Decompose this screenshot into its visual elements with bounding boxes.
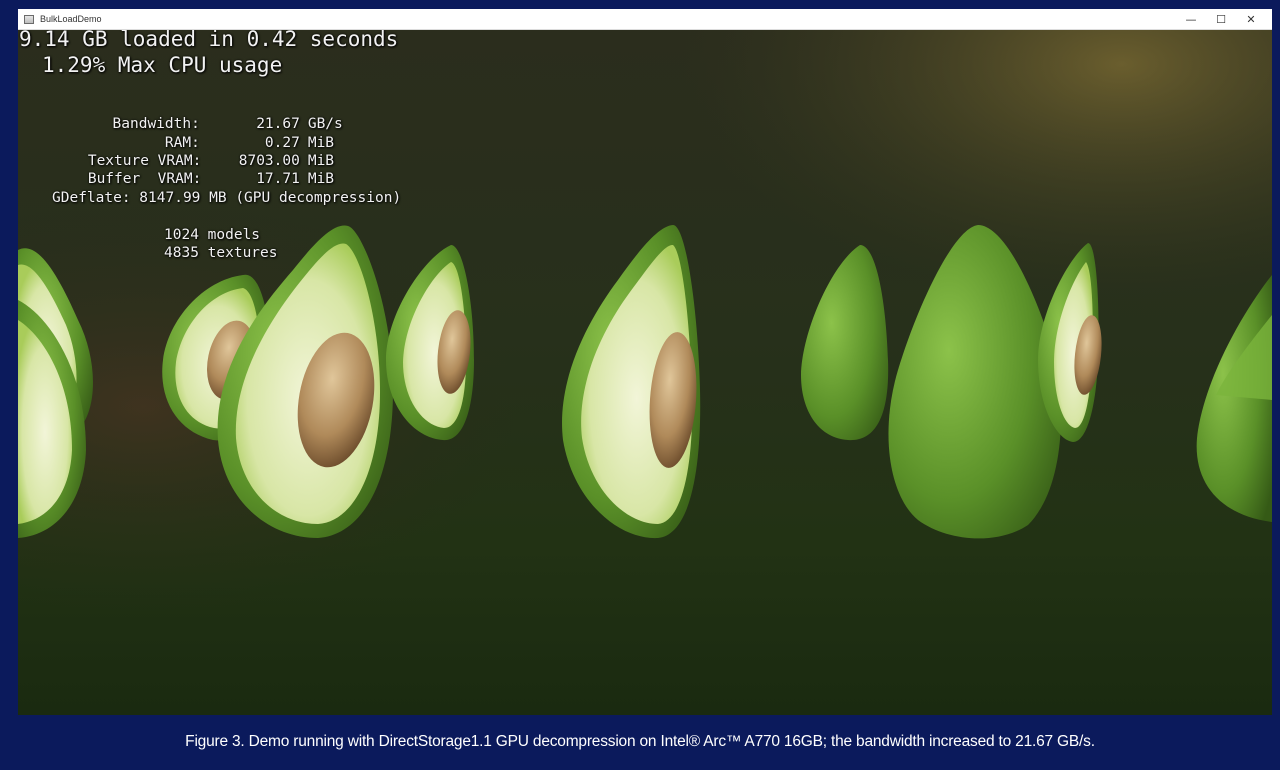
app-icon <box>24 14 34 24</box>
figure-caption: Figure 3. Demo running with DirectStorag… <box>185 733 1095 750</box>
stat-unit: MiB <box>307 171 335 187</box>
app-window: BulkLoadDemo — ☐ ✕ 9.14 GB loaded in 0.4… <box>18 9 1272 715</box>
load-summary: 9.14 GB loaded in 0.42 seconds <box>19 30 399 51</box>
maximize-button[interactable]: ☐ <box>1206 9 1236 29</box>
close-button[interactable]: ✕ <box>1236 9 1266 29</box>
render-viewport[interactable]: 9.14 GB loaded in 0.42 seconds 1.29% Max… <box>18 30 1272 715</box>
model-count: 1024 models <box>164 227 261 243</box>
title-bar[interactable]: BulkLoadDemo — ☐ ✕ <box>18 9 1272 30</box>
window-controls: — ☐ ✕ <box>1176 9 1266 29</box>
stat-value: 17.71 <box>256 171 300 187</box>
cpu-usage: 1.29% Max CPU usage <box>42 53 283 77</box>
texture-count: 4835 textures <box>164 245 278 261</box>
minimize-button[interactable]: — <box>1176 9 1206 29</box>
window-title: BulkLoadDemo <box>40 14 102 24</box>
stat-label: Buffer VRAM: <box>87 171 202 187</box>
gdeflate-stat: GDeflate: 8147.99 MB (GPU decompression) <box>52 190 402 206</box>
